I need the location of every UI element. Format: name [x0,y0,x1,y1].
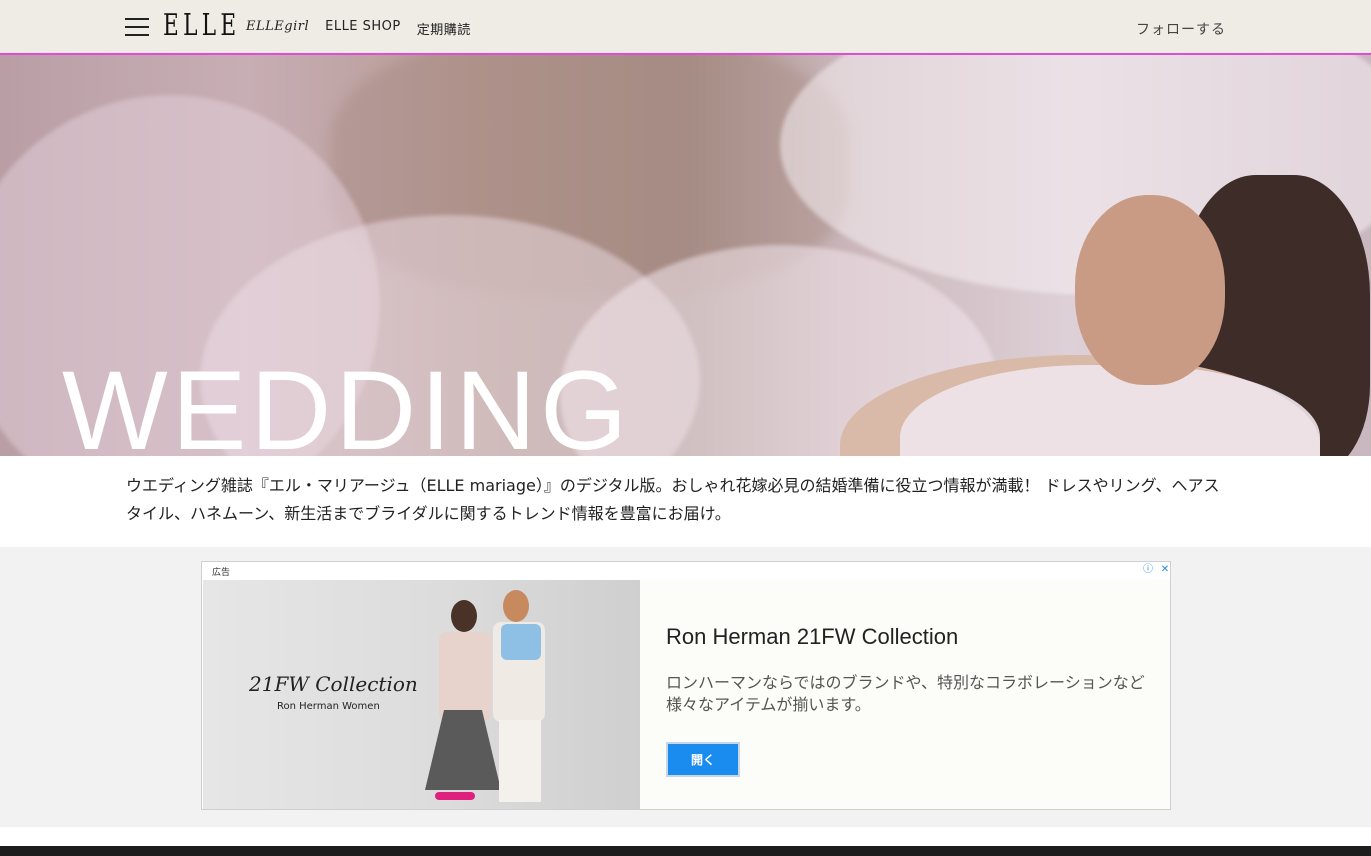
ad-model-top [439,632,491,722]
nav-subscribe[interactable]: 定期購読 [417,19,471,38]
hero-banner: WEDDING [0,55,1371,456]
ad-image[interactable]: 21FW Collection Ron Herman Women [203,580,640,809]
ad-model-shoes [435,792,475,800]
nav-elle-shop[interactable]: ELLE SHOP [325,19,401,38]
site-header: ELLE ELLEgirl ELLE SHOP 定期購読 フォローする [0,0,1371,55]
ad-controls: ⓘ ✕ [1141,563,1172,577]
ad-image-subtitle: Ron Herman Women [277,701,380,712]
footer-bar [0,846,1371,856]
page-title: WEDDING [62,348,632,457]
nav-ellegirl[interactable]: ELLEgirl [246,19,309,38]
ad-label: 広告 [212,568,231,578]
ad-model-head [451,600,477,632]
ad-open-button[interactable]: 開く [666,742,740,777]
elle-logo[interactable]: ELLE [163,8,241,43]
info-icon[interactable]: ⓘ [1141,563,1155,577]
menu-icon[interactable] [125,16,149,38]
ad-model-dress [425,710,501,790]
ad-section: 広告 ⓘ ✕ 21FW Collection Ron Herman Women … [0,547,1371,827]
category-description: ウエディング雑誌『エル・マリアージュ（ELLE mariage）』のデジタル版。… [126,476,1220,523]
ad-title[interactable]: Ron Herman 21FW Collection [666,624,958,650]
ad-text-panel: Ron Herman 21FW Collection ロンハーマンならではのブラ… [640,580,1170,809]
top-nav: ELLEgirl ELLE SHOP 定期購読 [246,19,471,38]
close-icon[interactable]: ✕ [1158,563,1172,577]
follow-button[interactable]: フォローする [1136,19,1226,39]
ad-image-title: 21FW Collection [249,672,418,696]
ad-model-pants [499,720,541,802]
ad-body: ロンハーマンならではのブランドや、特別なコラボレーションなど様々なアイテムが揃い… [666,673,1145,714]
ad-model-head [503,590,529,622]
ad-banner[interactable]: 広告 ⓘ ✕ 21FW Collection Ron Herman Women … [201,561,1171,810]
hero-model-face [1075,195,1225,385]
ad-model-scarf [501,624,541,660]
